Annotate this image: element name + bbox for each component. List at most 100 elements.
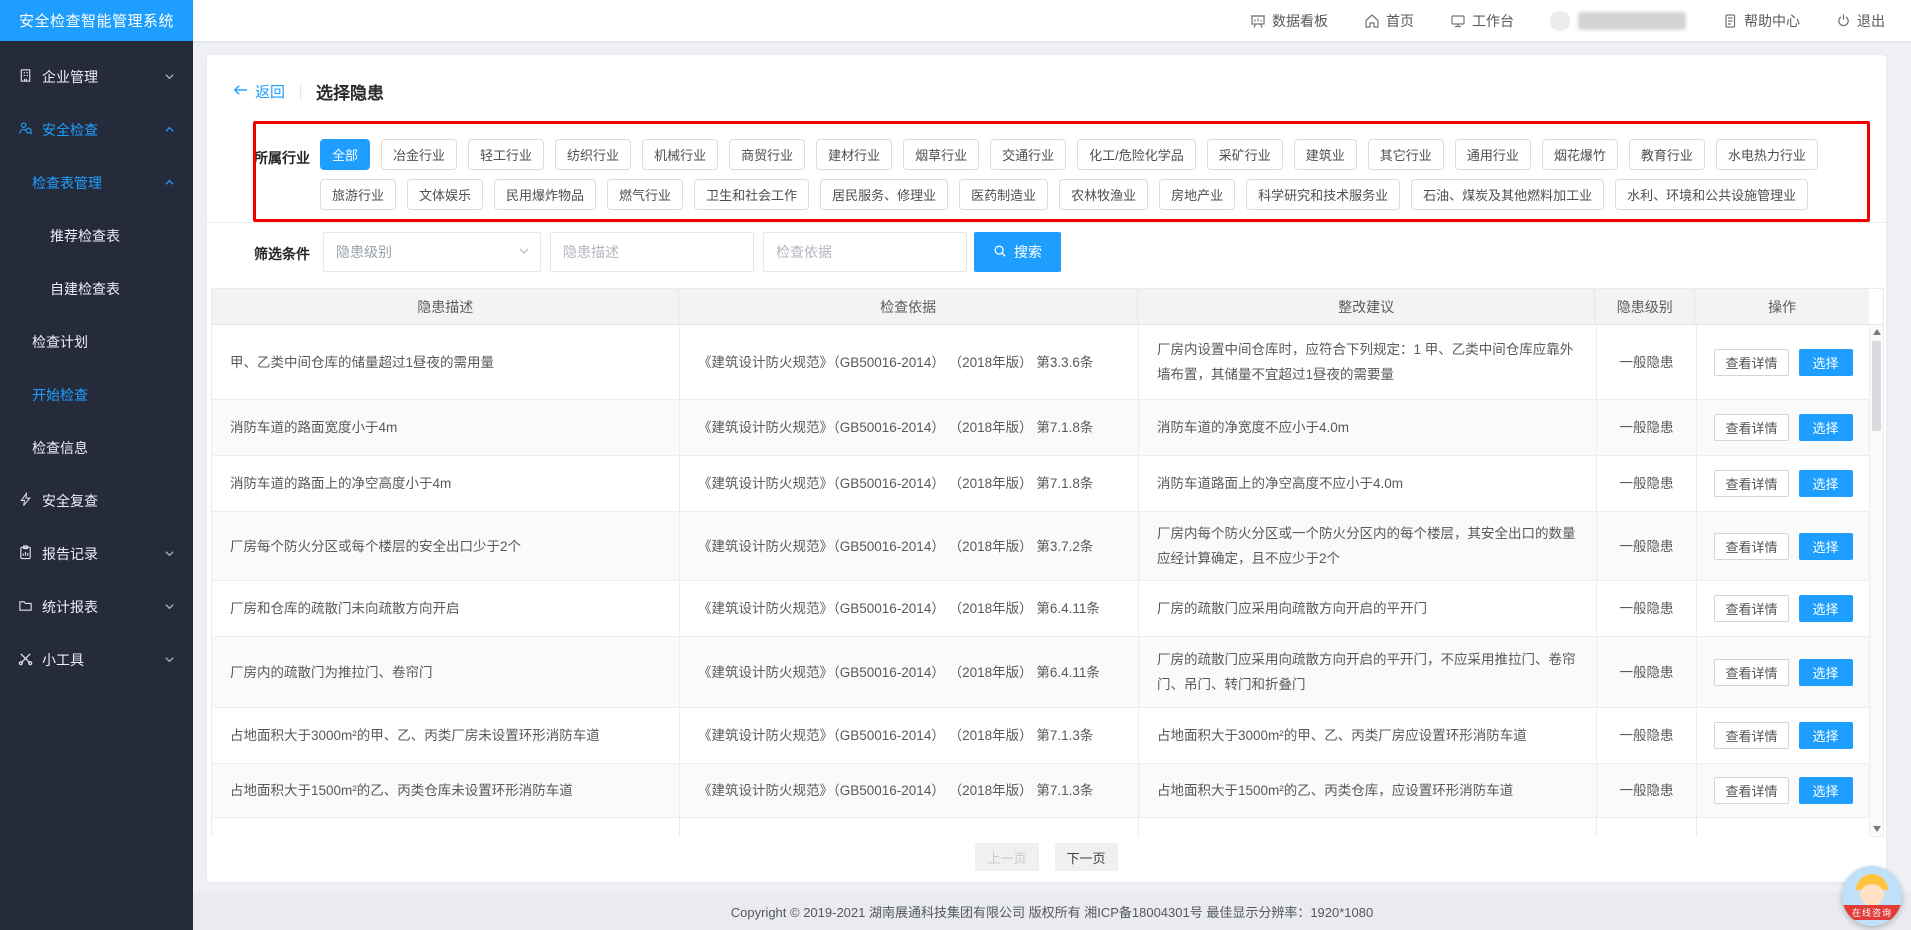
select-button[interactable]: 选择 bbox=[1799, 349, 1853, 376]
sidebar-label: 安全检查 bbox=[42, 120, 98, 140]
nav-help-label: 帮助中心 bbox=[1744, 11, 1800, 31]
cell-check-basis: 《建筑设计防火规范》（GB50016-2014） （2018年版） 第7.1.8… bbox=[680, 400, 1139, 455]
industry-tag[interactable]: 轻工行业 bbox=[468, 139, 544, 170]
search-button-label: 搜索 bbox=[1014, 242, 1042, 262]
chevron-down-icon bbox=[164, 69, 175, 85]
industry-tag[interactable]: 通用行业 bbox=[1455, 139, 1531, 170]
table-header-row: 隐患描述 检查依据 整改建议 隐患级别 操作 bbox=[212, 289, 1883, 325]
industry-tag[interactable]: 民用爆炸物品 bbox=[494, 179, 596, 210]
nav-workbench[interactable]: 工作台 bbox=[1450, 11, 1514, 31]
online-consult-badge[interactable]: 在线咨询 bbox=[1842, 866, 1902, 926]
page-title: 选择隐患 bbox=[316, 79, 384, 104]
industry-tag[interactable]: 燃气行业 bbox=[607, 179, 683, 210]
nav-help-center[interactable]: 帮助中心 bbox=[1722, 11, 1800, 31]
cell-advice: 厂房内每个防火分区或一个防火分区内的每个楼层，其安全出口的数量应经计算确定，且不… bbox=[1139, 512, 1597, 580]
top-navbar: 数据看板 首页 工作台 帮助中心 退出 bbox=[193, 0, 1911, 41]
mascot-face bbox=[1860, 884, 1884, 906]
industry-tag[interactable]: 交通行业 bbox=[990, 139, 1066, 170]
view-details-button[interactable]: 查看详情 bbox=[1714, 595, 1788, 622]
cell-advice: 消防车道的净宽度不应小于4.0m bbox=[1139, 400, 1597, 455]
sidebar-item-custom-checklist[interactable]: 自建检查表 bbox=[0, 262, 193, 315]
user-avatar bbox=[1550, 11, 1570, 31]
scroll-down-arrow-icon[interactable] bbox=[1873, 826, 1881, 832]
industry-tag[interactable]: 水利、环境和公共设施管理业 bbox=[1615, 179, 1808, 210]
cell-hazard-desc: 占地面积大于3000m²的甲、乙、丙类厂房未设置环形消防车道 bbox=[212, 708, 680, 763]
view-details-button[interactable]: 查看详情 bbox=[1714, 414, 1788, 441]
industry-tag-all[interactable]: 全部 bbox=[320, 139, 370, 170]
view-details-button[interactable]: 查看详情 bbox=[1714, 533, 1788, 560]
industry-tag[interactable]: 文体娱乐 bbox=[407, 179, 483, 210]
search-button[interactable]: 搜索 bbox=[974, 232, 1061, 272]
industry-tag[interactable]: 农林牧渔业 bbox=[1059, 179, 1148, 210]
filter-conditions-label: 筛选条件 bbox=[254, 244, 310, 264]
sidebar-item-enterprise-mgmt[interactable]: 企业管理 bbox=[0, 50, 193, 103]
col-header-advice: 整改建议 bbox=[1138, 289, 1595, 324]
view-details-button[interactable]: 查看详情 bbox=[1714, 470, 1788, 497]
back-button[interactable]: 返回 bbox=[233, 81, 285, 102]
industry-tag[interactable]: 石油、煤炭及其他燃料加工业 bbox=[1411, 179, 1604, 210]
industry-filter-label: 所属行业 bbox=[254, 148, 310, 168]
sidebar-item-small-tools[interactable]: 小工具 bbox=[0, 633, 193, 686]
industry-tag[interactable]: 采矿行业 bbox=[1207, 139, 1283, 170]
user-account[interactable] bbox=[1550, 11, 1686, 31]
industry-tag[interactable]: 居民服务、修理业 bbox=[820, 179, 948, 210]
view-details-button[interactable]: 查看详情 bbox=[1714, 349, 1788, 376]
view-details-button[interactable]: 查看详情 bbox=[1714, 777, 1788, 804]
scrollbar-thumb[interactable] bbox=[1872, 341, 1881, 431]
industry-tag[interactable]: 建筑业 bbox=[1294, 139, 1357, 170]
home-icon bbox=[1364, 13, 1380, 29]
industry-tag[interactable]: 其它行业 bbox=[1368, 139, 1444, 170]
view-details-button[interactable]: 查看详情 bbox=[1714, 722, 1788, 749]
prev-page-button[interactable]: 上一页 bbox=[975, 843, 1038, 871]
industry-tag[interactable]: 商贸行业 bbox=[729, 139, 805, 170]
scroll-up-arrow-icon[interactable] bbox=[1873, 329, 1881, 335]
industry-tag[interactable]: 烟草行业 bbox=[903, 139, 979, 170]
select-button[interactable]: 选择 bbox=[1799, 777, 1853, 804]
industry-tag[interactable]: 旅游行业 bbox=[320, 179, 396, 210]
select-button[interactable]: 选择 bbox=[1799, 414, 1853, 441]
nav-home[interactable]: 首页 bbox=[1364, 11, 1414, 31]
sidebar-item-statistics-reports[interactable]: 统计报表 bbox=[0, 580, 193, 633]
table-row: 厂房内的疏散门为推拉门、卷帘门 《建筑设计防火规范》（GB50016-2014）… bbox=[212, 637, 1871, 708]
select-button[interactable]: 选择 bbox=[1799, 533, 1853, 560]
cell-advice: 厂房的疏散门应采用向疏散方向开启的平开门，不应采用推拉门、卷帘门、吊门、转门和折… bbox=[1139, 637, 1597, 707]
industry-tag[interactable]: 烟花爆竹 bbox=[1542, 139, 1618, 170]
industry-tag[interactable]: 卫生和社会工作 bbox=[694, 179, 809, 210]
hazard-desc-input[interactable] bbox=[550, 232, 754, 272]
select-button[interactable]: 选择 bbox=[1799, 722, 1853, 749]
industry-tag[interactable]: 水电热力行业 bbox=[1716, 139, 1818, 170]
view-details-button[interactable]: 查看详情 bbox=[1714, 659, 1788, 686]
chevron-down-icon bbox=[518, 244, 530, 260]
sidebar-item-report-records[interactable]: 报告记录 bbox=[0, 527, 193, 580]
nav-logout[interactable]: 退出 bbox=[1836, 11, 1885, 31]
industry-tag[interactable]: 冶金行业 bbox=[381, 139, 457, 170]
hazard-level-select[interactable]: 隐患级别 bbox=[323, 232, 541, 272]
check-basis-input[interactable] bbox=[763, 232, 967, 272]
nav-data-dashboard[interactable]: 数据看板 bbox=[1250, 11, 1328, 31]
cell-level: 一般隐患 bbox=[1597, 637, 1697, 707]
table-scrollbar[interactable] bbox=[1869, 325, 1883, 836]
sidebar-item-recommended-checklist[interactable]: 推荐检查表 bbox=[0, 209, 193, 262]
next-page-button[interactable]: 下一页 bbox=[1055, 843, 1118, 871]
industry-tag[interactable]: 化工/危险化学品 bbox=[1077, 139, 1196, 170]
sidebar-item-inspection-info[interactable]: 检查信息 bbox=[0, 421, 193, 474]
cell-hazard-desc: 厂房内的疏散门为推拉门、卷帘门 bbox=[212, 637, 680, 707]
select-button[interactable]: 选择 bbox=[1799, 470, 1853, 497]
industry-tag[interactable]: 建材行业 bbox=[816, 139, 892, 170]
industry-tag[interactable]: 机械行业 bbox=[642, 139, 718, 170]
user-name-redacted bbox=[1578, 12, 1686, 30]
sidebar-label: 统计报表 bbox=[42, 597, 98, 617]
sidebar-item-checklist-mgmt[interactable]: 检查表管理 bbox=[0, 156, 193, 209]
select-button[interactable]: 选择 bbox=[1799, 659, 1853, 686]
industry-tag[interactable]: 教育行业 bbox=[1629, 139, 1705, 170]
industry-tag[interactable]: 科学研究和技术服务业 bbox=[1246, 179, 1400, 210]
sidebar-item-safety-recheck[interactable]: 安全复查 bbox=[0, 474, 193, 527]
industry-tag[interactable]: 医药制造业 bbox=[959, 179, 1048, 210]
sidebar-item-inspection-plan[interactable]: 检查计划 bbox=[0, 315, 193, 368]
sidebar-item-safety-inspection[interactable]: 安全检查 bbox=[0, 103, 193, 156]
cell-empty bbox=[680, 818, 1139, 837]
industry-tag[interactable]: 房地产业 bbox=[1159, 179, 1235, 210]
industry-tag[interactable]: 纺织行业 bbox=[555, 139, 631, 170]
select-button[interactable]: 选择 bbox=[1799, 595, 1853, 622]
sidebar-item-start-inspection[interactable]: 开始检查 bbox=[0, 368, 193, 421]
